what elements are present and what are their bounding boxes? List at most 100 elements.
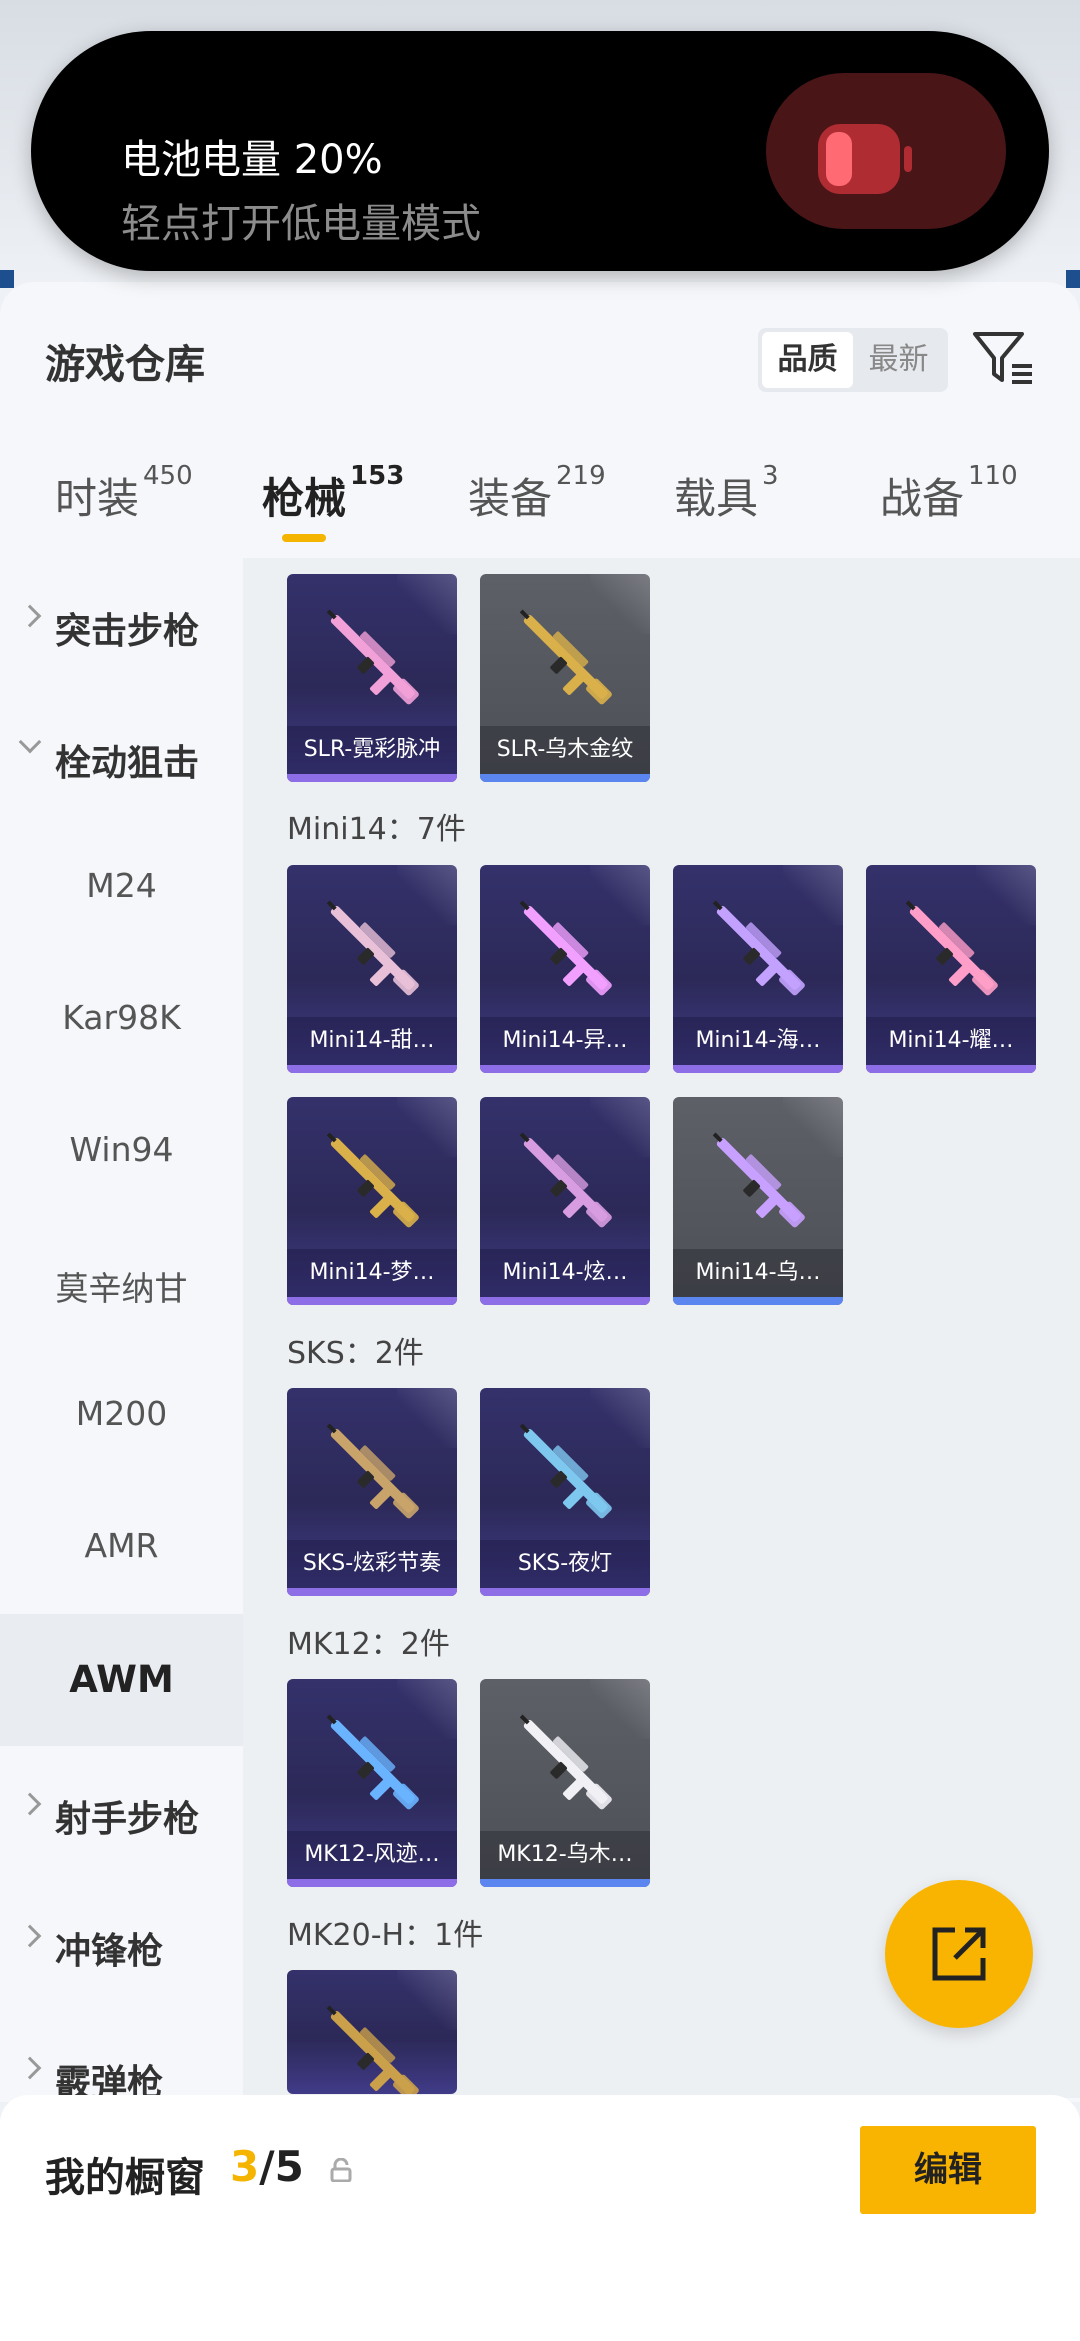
rarity-bar bbox=[866, 1065, 1036, 1073]
group-label-sks: SKS：2件 bbox=[287, 1336, 424, 1371]
item-card[interactable]: Mini14-梦… bbox=[287, 1097, 457, 1305]
sort-toggle[interactable]: 品质 最新 bbox=[758, 328, 948, 392]
sidebar-item-win94[interactable]: Win94 bbox=[0, 1086, 243, 1218]
tab-count: 153 bbox=[350, 461, 405, 491]
item-name: SLR-霓彩脉冲 bbox=[287, 726, 457, 774]
sidebar-item-m200[interactable]: M200 bbox=[0, 1350, 243, 1482]
share-button[interactable] bbox=[885, 1880, 1033, 2028]
tab-equipment[interactable]: 装备 219 bbox=[468, 461, 606, 526]
sidebar-item-m24[interactable]: M24 bbox=[0, 822, 243, 954]
item-name: SLR-乌木金纹 bbox=[480, 726, 650, 774]
sidebar-item-amr[interactable]: AMR bbox=[0, 1482, 243, 1614]
active-tab-indicator bbox=[282, 534, 326, 542]
sidebar-item-bolt-sniper[interactable]: 栓动狙击 bbox=[0, 690, 243, 822]
item-name: SKS-炫彩节奏 bbox=[287, 1540, 457, 1588]
item-card[interactable]: SLR-霓彩脉冲 bbox=[287, 574, 457, 782]
edit-button[interactable]: 编辑 bbox=[860, 2126, 1036, 2214]
category-tabs: 时装 450 枪械 153 装备 219 载具 3 战备 110 bbox=[0, 461, 1080, 555]
item-name: Mini14-乌… bbox=[673, 1249, 843, 1297]
page-title: 游戏仓库 bbox=[45, 342, 205, 388]
gun-skin-icon bbox=[326, 1132, 419, 1228]
tab-count: 3 bbox=[762, 461, 779, 491]
item-name: Mini14-异… bbox=[480, 1017, 650, 1065]
chevron-right-icon bbox=[18, 1792, 42, 1816]
item-name: MK12-风迹… bbox=[287, 1831, 457, 1879]
gun-skin-icon bbox=[519, 1132, 612, 1228]
item-card[interactable]: MK12-风迹… bbox=[287, 1679, 457, 1887]
gun-skin-icon bbox=[326, 609, 419, 705]
rarity-bar bbox=[480, 1065, 650, 1073]
rarity-bar bbox=[287, 774, 457, 782]
sidebar-item-assault-rifle[interactable]: 突击步枪 bbox=[0, 558, 243, 690]
tab-count: 110 bbox=[968, 461, 1018, 491]
sidebar-item-marksman-rifle[interactable]: 射手步枪 bbox=[0, 1746, 243, 1878]
sidebar-item-mosin[interactable]: 莫辛纳甘 bbox=[0, 1218, 243, 1350]
item-name: Mini14-炫… bbox=[480, 1249, 650, 1297]
sidebar: 突击步枪 栓动狙击 M24 Kar98K Win94 莫辛纳甘 M200 AMR… bbox=[0, 558, 243, 2104]
rarity-bar bbox=[287, 1588, 457, 1596]
chevron-right-icon bbox=[18, 604, 42, 628]
battery-subtitle: 轻点打开低电量模式 bbox=[121, 201, 481, 247]
sort-quality[interactable]: 品质 bbox=[762, 332, 853, 388]
item-card[interactable]: Mini14-乌… bbox=[673, 1097, 843, 1305]
group-label-mini14: Mini14：7件 bbox=[287, 812, 466, 847]
gun-skin-icon bbox=[326, 900, 419, 996]
chevron-right-icon bbox=[18, 1924, 42, 1948]
rarity-bar bbox=[673, 1297, 843, 1305]
battery-title: 电池电量 20% bbox=[121, 137, 383, 183]
item-name: Mini14-甜… bbox=[287, 1017, 457, 1065]
tab-vehicles[interactable]: 载具 3 bbox=[674, 461, 779, 526]
item-card[interactable]: Mini14-海… bbox=[673, 865, 843, 1073]
item-card[interactable]: SLR-乌木金纹 bbox=[480, 574, 650, 782]
rarity-bar bbox=[480, 1879, 650, 1887]
tab-battle-gear[interactable]: 战备 110 bbox=[880, 461, 1018, 526]
sort-latest[interactable]: 最新 bbox=[853, 332, 944, 388]
filter-icon[interactable] bbox=[972, 330, 1034, 388]
item-name: MK12-乌木… bbox=[480, 1831, 650, 1879]
rarity-bar bbox=[480, 1297, 650, 1305]
item-name: Mini14-耀… bbox=[866, 1017, 1036, 1065]
item-card[interactable]: Mini14-炫… bbox=[480, 1097, 650, 1305]
group-label-mk20h: MK20-H：1件 bbox=[287, 1918, 484, 1953]
rarity-bar bbox=[673, 1065, 843, 1073]
rarity-bar bbox=[480, 774, 650, 782]
gun-skin-icon bbox=[905, 900, 998, 996]
tab-count: 219 bbox=[556, 461, 606, 491]
item-card[interactable]: Mini14-异… bbox=[480, 865, 650, 1073]
rarity-bar bbox=[287, 1065, 457, 1073]
backdrop-edge-right bbox=[1066, 270, 1080, 288]
rarity-bar bbox=[287, 1297, 457, 1305]
item-name: Mini14-梦… bbox=[287, 1249, 457, 1297]
share-icon bbox=[932, 1927, 986, 1981]
tab-count: 450 bbox=[143, 461, 193, 491]
sidebar-item-awm[interactable]: AWM bbox=[0, 1614, 243, 1746]
gun-skin-icon bbox=[519, 1423, 612, 1519]
item-card[interactable]: MK12-乌木… bbox=[480, 1679, 650, 1887]
battery-icon bbox=[818, 124, 912, 194]
showcase-count: 3/5 bbox=[230, 2142, 304, 2191]
gun-skin-icon bbox=[519, 609, 612, 705]
tab-fashion[interactable]: 时装 450 bbox=[55, 461, 193, 526]
item-card[interactable] bbox=[287, 1970, 457, 2094]
sidebar-item-smg[interactable]: 冲锋枪 bbox=[0, 1878, 243, 2010]
rarity-bar bbox=[287, 1879, 457, 1887]
item-name: Mini14-海… bbox=[673, 1017, 843, 1065]
rarity-bar bbox=[480, 1588, 650, 1596]
tab-guns[interactable]: 枪械 153 bbox=[262, 461, 404, 526]
item-card[interactable]: Mini14-耀… bbox=[866, 865, 1036, 1073]
gun-skin-icon bbox=[712, 1132, 805, 1228]
sidebar-item-kar98k[interactable]: Kar98K bbox=[0, 954, 243, 1086]
gun-skin-icon bbox=[712, 900, 805, 996]
gun-skin-icon bbox=[326, 2005, 419, 2094]
item-card[interactable]: Mini14-甜… bbox=[287, 865, 457, 1073]
gun-skin-icon bbox=[326, 1714, 419, 1810]
gun-skin-icon bbox=[326, 1423, 419, 1519]
gun-skin-icon bbox=[519, 900, 612, 996]
item-name: SKS-夜灯 bbox=[480, 1540, 650, 1588]
gun-skin-icon bbox=[519, 1714, 612, 1810]
lock-icon bbox=[330, 2158, 352, 2182]
item-card[interactable]: SKS-炫彩节奏 bbox=[287, 1388, 457, 1596]
chevron-down-icon bbox=[18, 730, 42, 754]
item-card[interactable]: SKS-夜灯 bbox=[480, 1388, 650, 1596]
chevron-right-icon bbox=[18, 2056, 42, 2080]
